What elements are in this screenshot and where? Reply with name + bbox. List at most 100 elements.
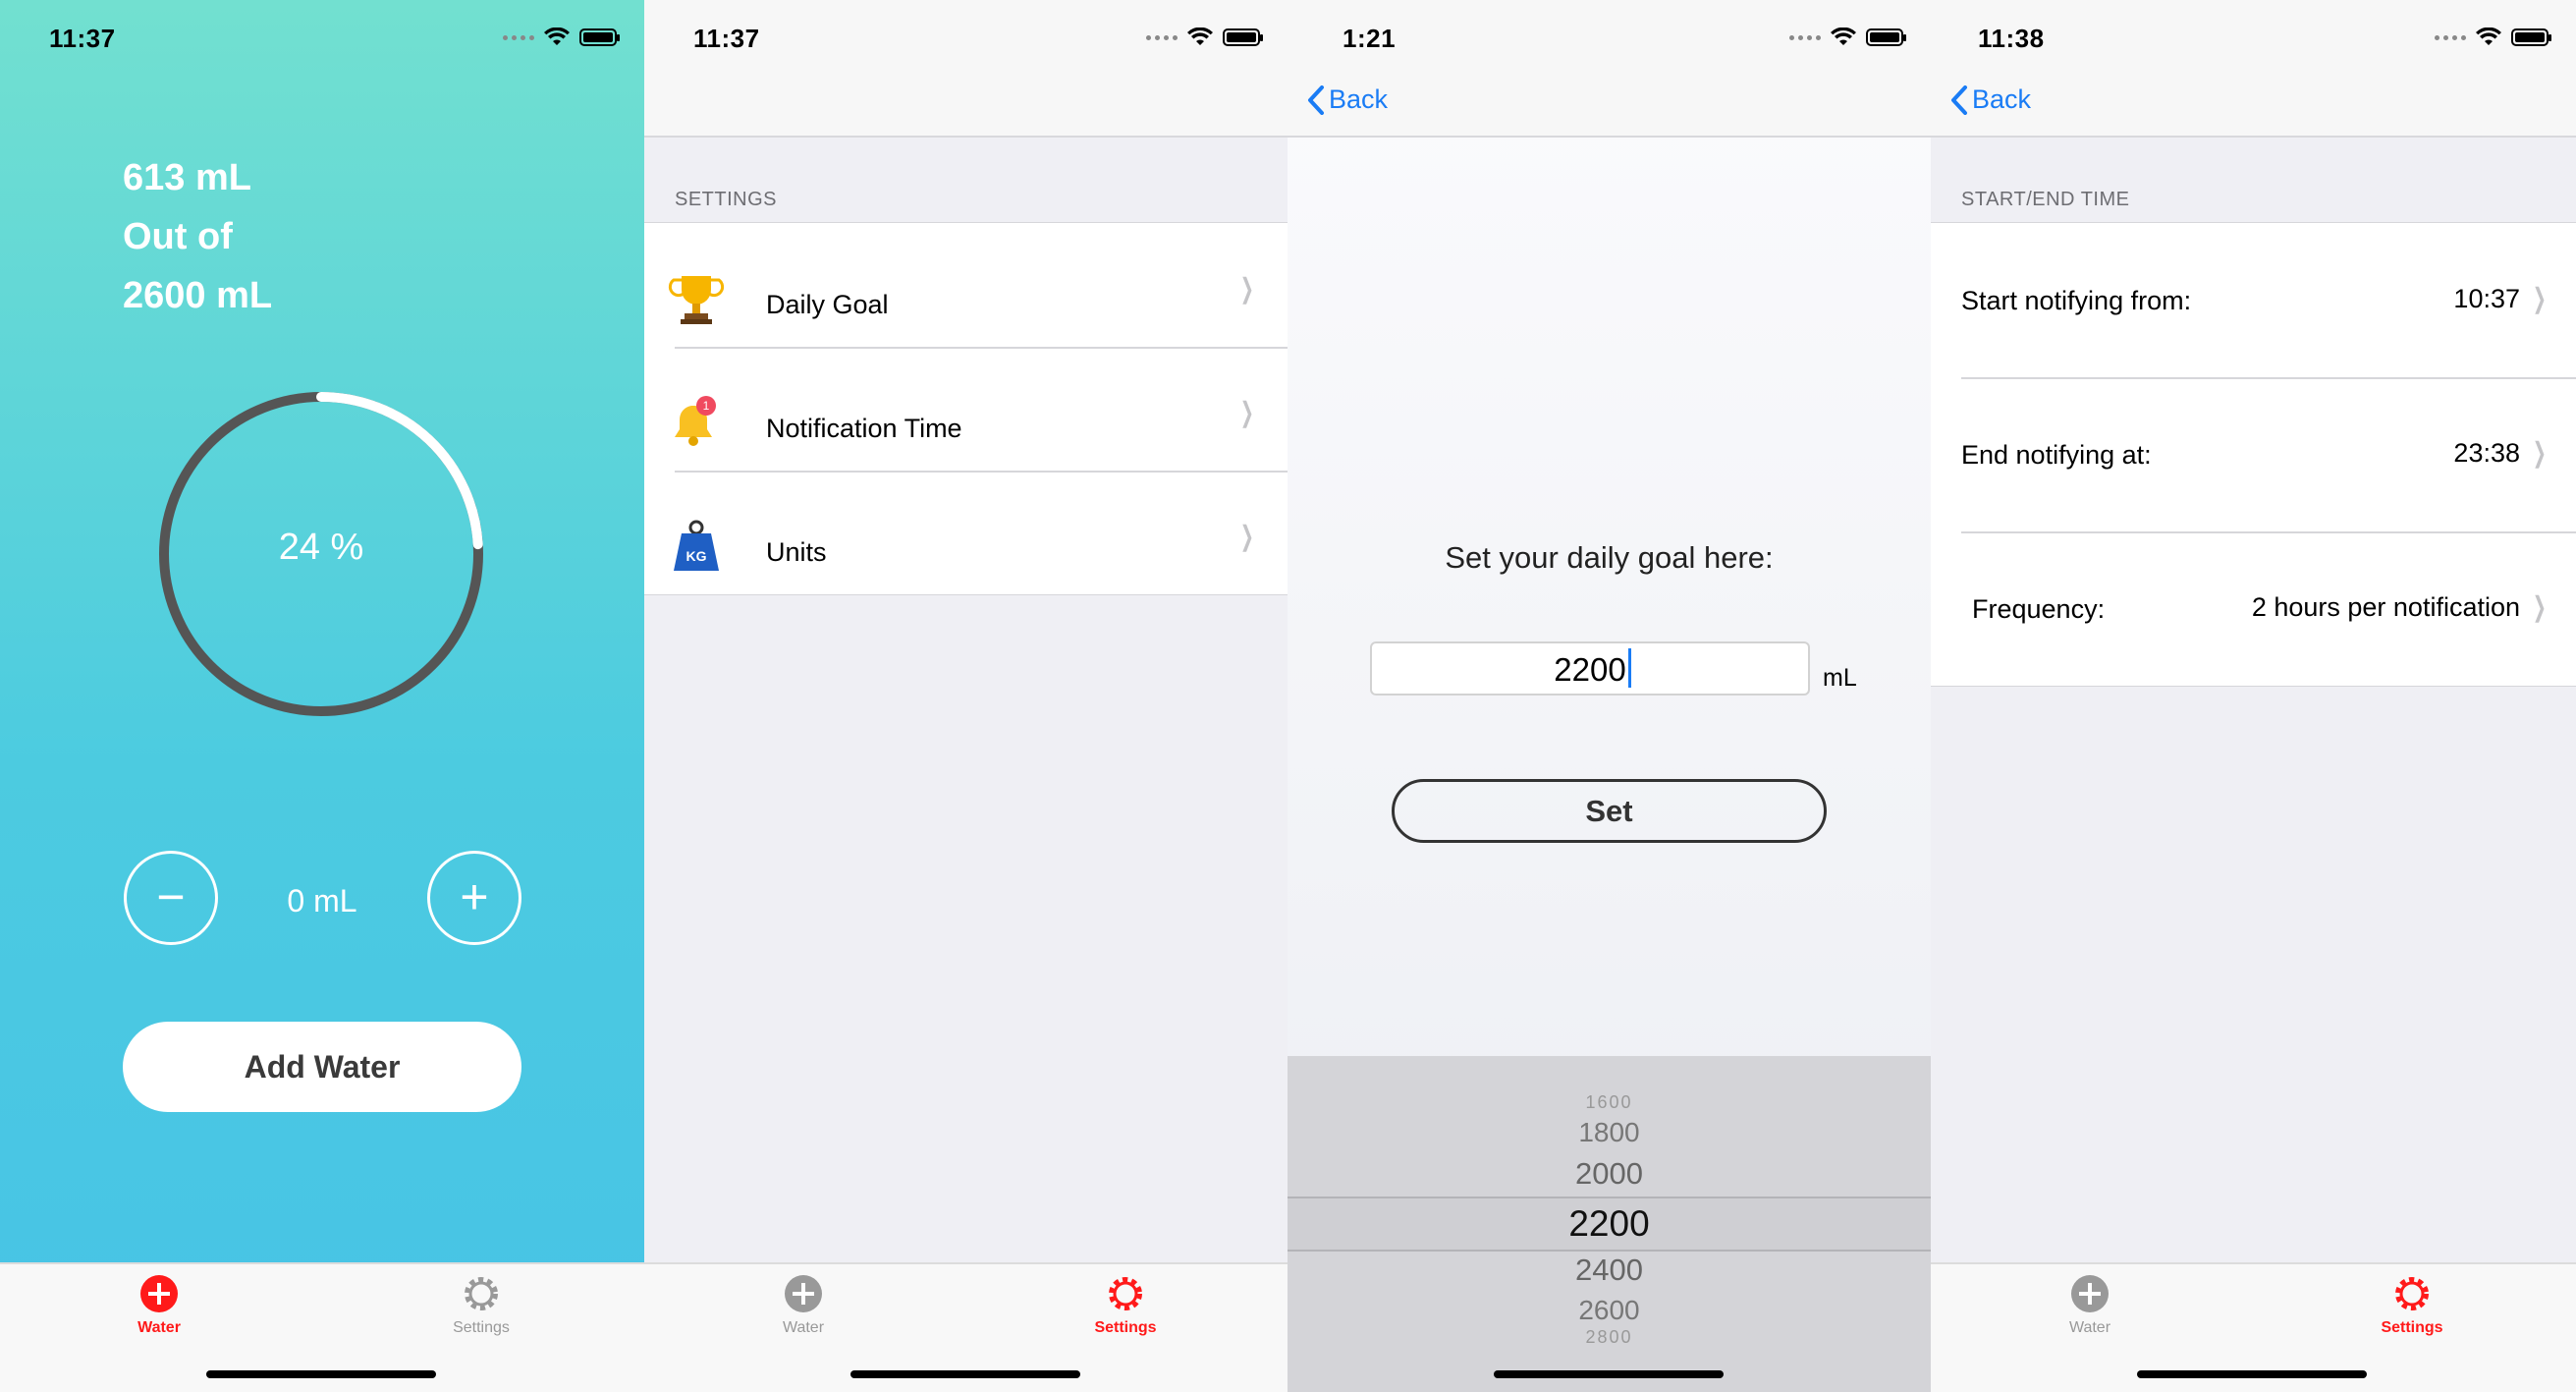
status-bar: 1:21	[1288, 0, 1931, 74]
chevron-right-icon: ❯	[1239, 397, 1254, 427]
tab-water-label: Water	[782, 1319, 825, 1336]
goal-prompt: Set your daily goal here:	[1445, 540, 1774, 575]
picker-option[interactable]: 1600	[1288, 1092, 1931, 1113]
signal-icon	[2435, 34, 2466, 40]
tab-settings-label: Settings	[1094, 1319, 1157, 1336]
settings-row-units[interactable]: KG Units ❯	[644, 471, 1288, 594]
notification-time-screen: 11:38 Back START/END TIME Start notifyin…	[1931, 0, 2576, 1392]
gear-icon	[1109, 1277, 1142, 1310]
chevron-right-icon: ❯	[1239, 273, 1254, 304]
chevron-left-icon	[1951, 84, 1967, 115]
wifi-icon	[1187, 28, 1213, 45]
wifi-icon	[1831, 28, 1856, 45]
settings-screen: 11:37 SETTINGS Daily Goal ❯ 1 Notificati…	[644, 0, 1288, 1392]
status-bar: 11:37	[0, 0, 644, 74]
increase-button[interactable]: +	[427, 851, 521, 945]
settings-list: Daily Goal ❯ 1 Notification Time ❯ KG Un…	[644, 222, 1288, 595]
set-button[interactable]: Set	[1392, 779, 1827, 843]
add-circle-icon	[140, 1275, 178, 1312]
add-water-button[interactable]: Add Water	[123, 1022, 521, 1112]
picker-option[interactable]: 2600	[1288, 1295, 1931, 1326]
unit-label: mL	[1823, 664, 1857, 692]
tab-bar: Water Settings	[644, 1262, 1288, 1392]
minus-icon: −	[156, 869, 186, 924]
tab-settings[interactable]: Settings	[2333, 1274, 2491, 1337]
start-time-value: 10:37	[2453, 284, 2520, 313]
settings-row-label: Units	[766, 537, 827, 567]
tab-settings-label: Settings	[453, 1319, 510, 1336]
battery-icon	[579, 28, 620, 46]
gear-icon	[2395, 1277, 2429, 1310]
back-button[interactable]: Back	[1307, 84, 1388, 115]
picker-option[interactable]: 2000	[1288, 1156, 1931, 1192]
settings-row-daily-goal[interactable]: Daily Goal ❯	[644, 223, 1288, 347]
goal-input[interactable]	[1370, 641, 1810, 696]
signal-icon	[503, 34, 534, 40]
goal-amount: 2600 mL	[123, 275, 273, 316]
section-header: SETTINGS	[675, 189, 778, 210]
back-button[interactable]: Back	[1950, 84, 2031, 115]
trophy-icon	[668, 276, 725, 324]
picker-option[interactable]: 1800	[1288, 1117, 1931, 1148]
home-indicator	[1494, 1370, 1724, 1378]
settings-row-notification-time[interactable]: 1 Notification Time ❯	[644, 347, 1288, 471]
home-indicator	[206, 1370, 436, 1378]
status-bar: 11:37	[644, 0, 1288, 74]
chevron-right-icon: ❯	[2532, 283, 2547, 313]
daily-goal-screen: 1:21 Back Set your daily goal here: mL S…	[1288, 0, 1931, 1392]
gear-icon	[465, 1277, 498, 1310]
battery-icon	[2511, 28, 2551, 46]
tab-settings[interactable]: Settings	[1047, 1274, 1204, 1337]
frequency-value: 2 hours per notification	[2251, 592, 2520, 622]
settings-row-label: Notification Time	[766, 414, 962, 443]
bell-badge: 1	[703, 399, 710, 413]
row-label: End notifying at:	[1961, 440, 2152, 470]
chevron-right-icon: ❯	[1239, 521, 1254, 551]
add-circle-icon	[2071, 1275, 2109, 1312]
wifi-icon	[544, 28, 570, 45]
weight-kg-icon: KG	[674, 520, 719, 571]
end-time-value: 23:38	[2453, 438, 2520, 468]
frequency-row[interactable]: Frequency: 2 hours per notification ❯	[1931, 531, 2576, 686]
end-time-row[interactable]: End notifying at: 23:38 ❯	[1931, 377, 2576, 531]
signal-icon	[1146, 34, 1178, 40]
wifi-icon	[2476, 28, 2501, 45]
tab-settings[interactable]: Settings	[403, 1274, 560, 1337]
progress-percent: 24 %	[278, 527, 364, 568]
water-screen: 11:37 613 mL Out of 2600 mL 24 % − 0 mL …	[0, 0, 644, 1392]
chevron-right-icon: ❯	[2532, 437, 2547, 468]
bell-icon: 1	[675, 396, 716, 446]
battery-icon	[1223, 28, 1263, 46]
status-time: 11:37	[49, 24, 116, 53]
tab-settings-label: Settings	[2381, 1319, 2443, 1336]
plus-icon: +	[460, 869, 489, 924]
row-label: Frequency:	[1972, 594, 2106, 624]
start-time-row[interactable]: Start notifying from: 10:37 ❯	[1931, 223, 2576, 377]
tab-water[interactable]: Water	[725, 1274, 882, 1337]
battery-icon	[1866, 28, 1906, 46]
tab-water[interactable]: Water	[2011, 1274, 2168, 1337]
signal-icon	[1789, 34, 1821, 40]
picker-option[interactable]: 2800	[1288, 1327, 1931, 1348]
row-label: Start notifying from:	[1961, 286, 2192, 315]
out-of-label: Out of	[123, 216, 233, 257]
consumed-amount: 613 mL	[123, 157, 251, 198]
decrease-button[interactable]: −	[124, 851, 218, 945]
tab-water-label: Water	[137, 1319, 181, 1336]
goal-picker[interactable]: 1600 1800 2000 2200 2400 2600 2800	[1288, 1056, 1931, 1392]
status-time: 1:21	[1343, 24, 1397, 53]
picker-option-selected[interactable]: 2200	[1288, 1203, 1931, 1245]
kg-text: KG	[686, 548, 707, 564]
chevron-right-icon: ❯	[2532, 591, 2547, 622]
picker-option[interactable]: 2400	[1288, 1253, 1931, 1288]
time-settings-list: Start notifying from: 10:37 ❯ End notify…	[1931, 222, 2576, 687]
section-header: START/END TIME	[1961, 189, 2130, 210]
status-time: 11:37	[693, 24, 760, 53]
status-bar: 11:38	[1931, 0, 2576, 74]
settings-row-label: Daily Goal	[766, 290, 889, 319]
amount-label: 0 mL	[287, 883, 357, 919]
back-label: Back	[1972, 84, 2032, 114]
add-circle-icon	[785, 1275, 822, 1312]
tab-bar: Water Settings	[0, 1262, 644, 1392]
tab-water[interactable]: Water	[81, 1274, 238, 1337]
